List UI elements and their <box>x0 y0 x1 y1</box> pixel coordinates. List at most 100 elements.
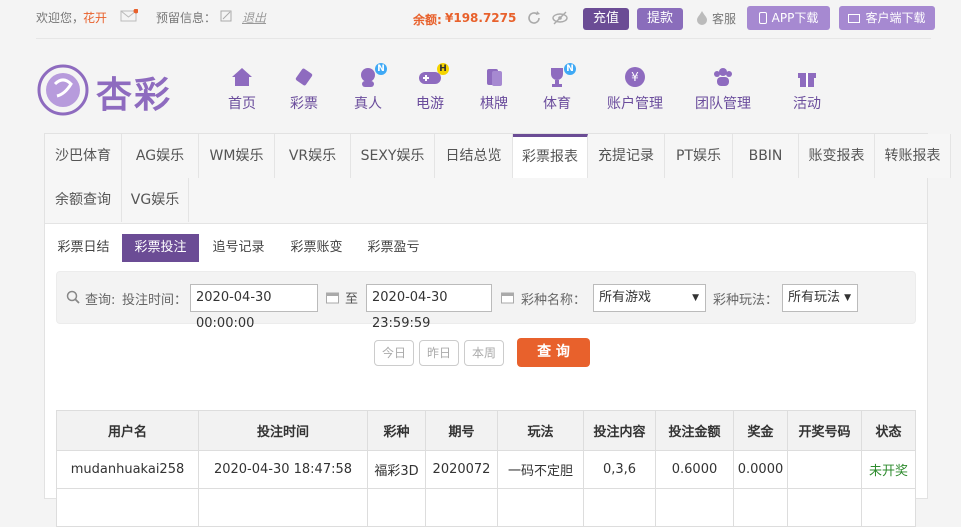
svg-text:¥: ¥ <box>631 70 639 84</box>
chevron-down-icon: ▼ <box>844 293 851 303</box>
nav-item-6[interactable]: ¥ 账户管理 <box>600 66 670 113</box>
reserve-info-label: 预留信息： <box>156 11 217 25</box>
report-tab[interactable]: 彩票报表 <box>513 134 588 179</box>
table-cell <box>861 488 916 527</box>
report-tab[interactable]: SEXY娱乐 <box>351 134 435 178</box>
app-download-label: APP下载 <box>771 11 819 25</box>
phone-icon <box>758 12 767 24</box>
nav-item-8[interactable]: 活动 <box>772 66 842 113</box>
yesterday-button[interactable]: 昨日 <box>419 340 459 366</box>
table-cell: 福彩3D <box>367 450 426 489</box>
column-header: 彩种 <box>367 410 426 451</box>
nav-badge: N <box>564 63 576 75</box>
report-tab[interactable]: BBIN <box>733 134 799 178</box>
table-row: mudanhuakai258 2020-04-30 18:47:58 福彩3D 202… <box>56 450 916 489</box>
lottery-subtab[interactable]: 彩票账变 <box>278 234 355 262</box>
table-cell <box>583 488 656 527</box>
client-download-button[interactable]: 客户端下载 <box>839 6 935 30</box>
search-button[interactable]: 查 询 <box>517 338 590 367</box>
table-cell <box>198 488 368 527</box>
welcome-text: 欢迎您， <box>36 11 85 25</box>
nav-label: 体育 <box>543 96 571 112</box>
report-tab[interactable]: 余额查询 <box>45 178 122 222</box>
lottery-subtab[interactable]: 彩票投注 <box>122 234 199 262</box>
app-download-button[interactable]: APP下载 <box>747 6 830 30</box>
play-type-select[interactable]: 所有玩法 ▼ <box>782 284 858 312</box>
this-week-button[interactable]: 本周 <box>464 340 504 366</box>
header-divider <box>36 38 931 39</box>
nav-item-3[interactable]: H 电游 <box>395 63 465 113</box>
game-name-label: 彩种名称： <box>521 293 587 308</box>
table-cell: 0.6000 <box>655 450 734 489</box>
bet-table: 用户名 投注时间 彩种 期号 玩法 投注内容 投注金额 奖金 开奖号码 状态 mudanhuaka… <box>56 410 916 527</box>
play-type-label: 彩种玩法： <box>713 293 779 308</box>
nav-item-4[interactable]: 棋牌 <box>459 66 529 113</box>
column-header: 用户名 <box>56 410 199 451</box>
chevron-down-icon: ▼ <box>692 293 699 303</box>
nav-label: 电游 <box>416 96 444 112</box>
table-cell <box>497 488 584 527</box>
table-cell: 2020072 <box>425 450 498 489</box>
table-row <box>56 488 916 527</box>
column-header: 投注内容 <box>583 410 656 451</box>
table-cell <box>787 488 862 527</box>
table-body: mudanhuakai258 2020-04-30 18:47:58 福彩3D 202… <box>56 450 916 527</box>
report-tab[interactable]: 转账报表 <box>875 134 951 178</box>
end-time-input[interactable]: 2020-04-30 23:59:59 <box>366 284 492 331</box>
column-header: 玩法 <box>497 410 584 451</box>
nav-item-0[interactable]: 首页 <box>207 66 277 113</box>
lottery-subtab[interactable]: 彩票日结 <box>45 234 122 262</box>
nav-label: 棋牌 <box>480 96 508 112</box>
nav-label: 账户管理 <box>607 96 663 112</box>
search-icon <box>66 290 80 308</box>
calendar-icon[interactable] <box>501 291 514 308</box>
table-cell <box>733 488 788 527</box>
report-tab[interactable]: VG娱乐 <box>122 178 189 222</box>
today-button[interactable]: 今日 <box>374 340 414 366</box>
lottery-icon <box>269 66 339 90</box>
gamepad-icon: H <box>395 63 465 90</box>
service-icon[interactable] <box>695 10 709 30</box>
username[interactable]: 花开 <box>83 9 107 26</box>
lottery-subtab[interactable]: 追号记录 <box>200 234 277 262</box>
nav-item-2[interactable]: N 真人 <box>333 63 403 113</box>
report-tab[interactable]: AG娱乐 <box>122 134 199 178</box>
report-tab[interactable]: 沙巴体育 <box>45 134 122 178</box>
start-time-input[interactable]: 2020-04-30 00:00:00 <box>190 284 318 331</box>
nav-item-7[interactable]: 团队管理 <box>688 66 758 113</box>
nav-item-5[interactable]: N 体育 <box>522 63 592 113</box>
nav-badge: N <box>375 63 387 75</box>
logout-link[interactable]: 退出 <box>242 9 266 26</box>
report-tab[interactable]: VR娱乐 <box>275 134 351 178</box>
refresh-icon[interactable] <box>526 10 542 30</box>
report-tab[interactable]: 日结总览 <box>435 134 513 178</box>
game-select[interactable]: 所有游戏 ▼ <box>593 284 706 312</box>
nav-label: 首页 <box>228 96 256 112</box>
nav-item-1[interactable]: 彩票 <box>269 66 339 113</box>
withdraw-button[interactable]: 提款 <box>637 8 683 30</box>
report-tab[interactable]: WM娱乐 <box>199 134 275 178</box>
gift-icon <box>772 66 842 90</box>
report-panel: 沙巴体育 AG娱乐 WM娱乐 VR娱乐 SEXY娱乐 日结总览 彩票报表 充提记录 PT娱乐 BB… <box>44 133 951 527</box>
home-icon <box>207 66 277 90</box>
filter-bar: 查询: 投注时间： 2020-04-30 00:00:00 至 2020-04-… <box>56 271 916 331</box>
recharge-button[interactable]: 充值 <box>583 8 629 30</box>
hide-eye-icon[interactable] <box>551 10 569 30</box>
table-cell <box>425 488 498 527</box>
table-cell <box>655 488 734 527</box>
report-tab[interactable]: 充提记录 <box>588 134 665 178</box>
yen-icon: ¥ <box>600 66 670 90</box>
lottery-subtab[interactable]: 彩票盈亏 <box>355 234 432 262</box>
balance-label: 余额: <box>413 13 442 27</box>
report-tab[interactable]: PT娱乐 <box>665 134 733 178</box>
logo-text: 杏彩 <box>96 75 173 116</box>
service-link[interactable]: 客服 <box>712 10 736 27</box>
calendar-icon[interactable] <box>326 291 339 308</box>
nav-label: 彩票 <box>290 96 318 112</box>
report-tab[interactable]: 账变报表 <box>799 134 875 178</box>
table-cell <box>787 450 862 489</box>
edit-icon[interactable] <box>220 10 232 26</box>
query-label: 查询: <box>85 293 116 308</box>
mail-icon[interactable] <box>120 8 139 27</box>
report-tabs-row-1: 沙巴体育 AG娱乐 WM娱乐 VR娱乐 SEXY娱乐 日结总览 彩票报表 充提记录 PT娱乐 BB… <box>45 134 951 179</box>
